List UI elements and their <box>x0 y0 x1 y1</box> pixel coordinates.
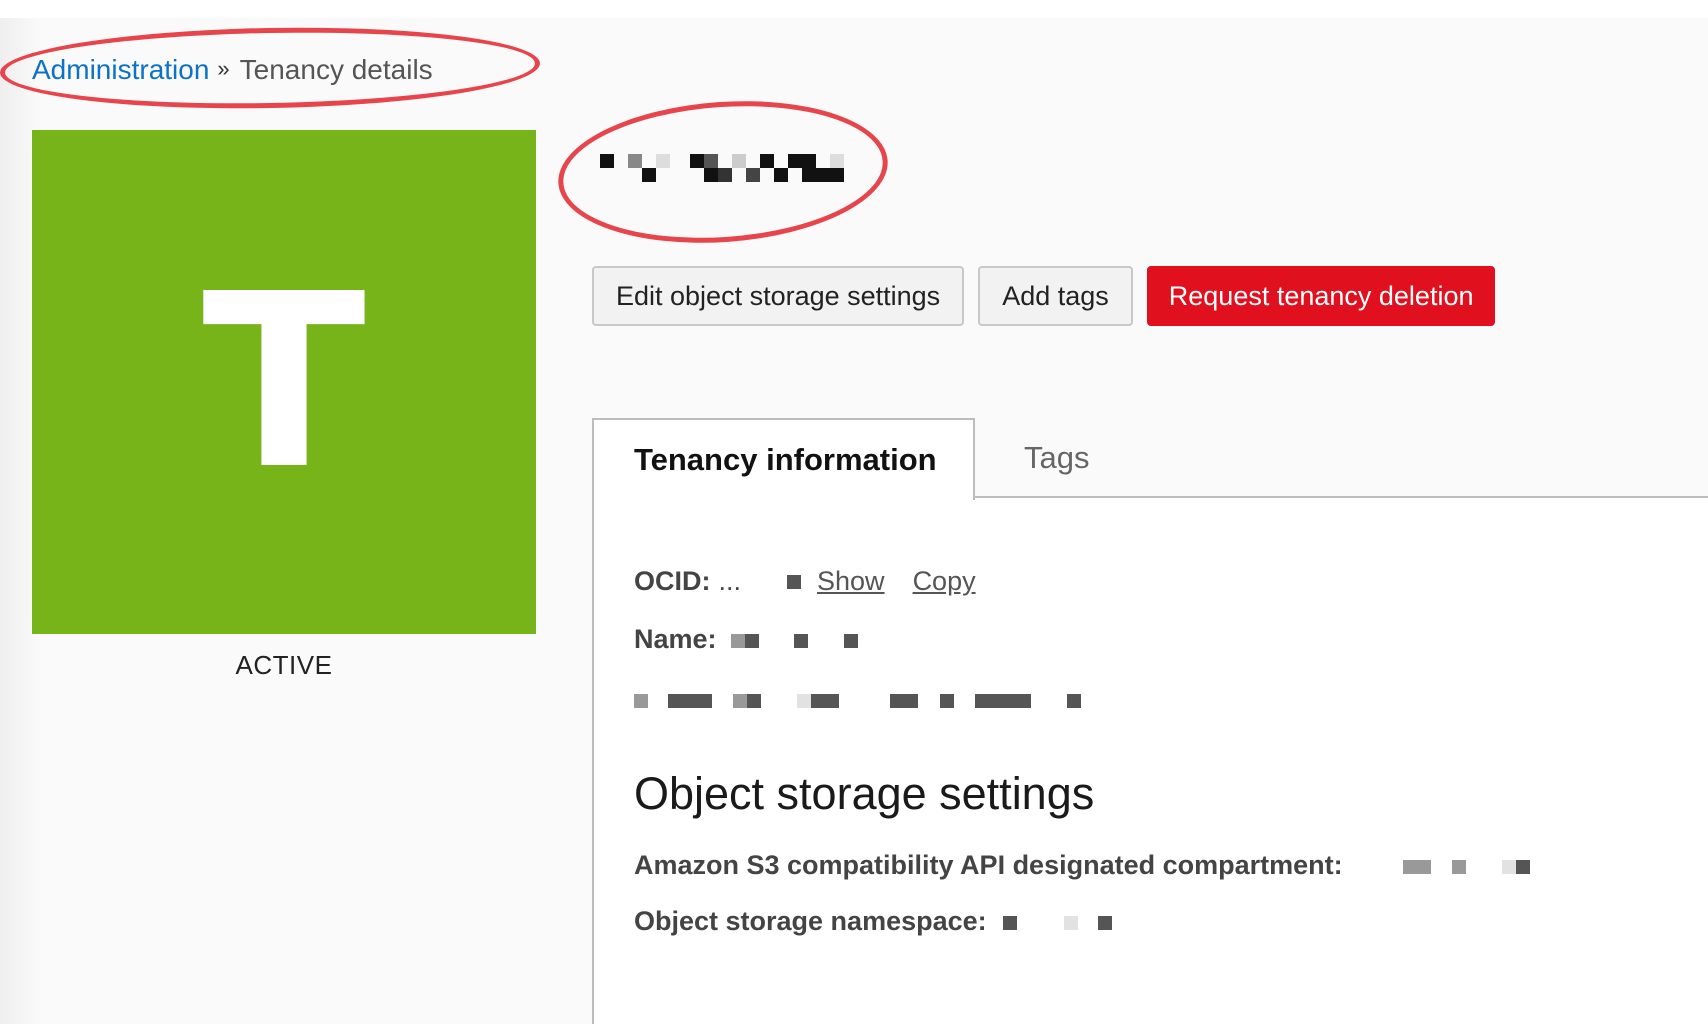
tenancy-details-page: Administration» Tenancy details T ACTIVE … <box>0 18 1708 1024</box>
tab-tags[interactable]: Tags <box>1012 418 1089 498</box>
tenancy-actions: Edit object storage settings Add tags Re… <box>592 266 1496 326</box>
breadcrumb-administration-link[interactable]: Administration <box>32 54 209 85</box>
request-tenancy-deletion-button[interactable]: Request tenancy deletion <box>1146 266 1496 326</box>
edit-object-storage-settings-button[interactable]: Edit object storage settings <box>592 266 965 326</box>
s3-compartment-value-redacted <box>1402 850 1530 881</box>
tenancy-avatar-letter: T <box>202 242 366 522</box>
tenancy-status: ACTIVE <box>235 650 333 680</box>
namespace-row: Object storage namespace: <box>634 906 1112 937</box>
name-label: Name: <box>634 624 717 654</box>
s3-compartment-label: Amazon S3 compatibility API designated c… <box>634 850 1343 880</box>
object-storage-heading: Object storage settings <box>634 768 1095 819</box>
tab-tenancy-information[interactable]: Tenancy information <box>592 418 975 500</box>
breadcrumb: Administration » Tenancy details <box>32 52 433 90</box>
redacted-info-value <box>634 684 1081 715</box>
breadcrumb-separator: » <box>217 56 230 81</box>
add-tags-button[interactable]: Add tags <box>978 266 1133 326</box>
name-value-redacted <box>730 624 858 655</box>
namespace-value-redacted <box>1002 906 1112 937</box>
s3-compartment-row: Amazon S3 compatibility API designated c… <box>634 850 1530 881</box>
name-row: Name: <box>634 624 858 655</box>
tenancy-information-panel: OCID: ... Show Copy Name: Object storage… <box>592 498 1708 1024</box>
ocid-label: OCID: <box>634 566 711 596</box>
redacted-info-row <box>634 684 1081 715</box>
ocid-row: OCID: ... Show Copy <box>634 566 976 597</box>
ocid-redacted <box>787 574 802 589</box>
ocid-value: ... <box>718 566 742 596</box>
namespace-label: Object storage namespace: <box>634 906 987 936</box>
tenancy-title-redacted <box>600 154 856 186</box>
ocid-show-link[interactable]: Show <box>817 566 885 597</box>
ocid-copy-link[interactable]: Copy <box>913 566 976 597</box>
breadcrumb-current-page: Tenancy details <box>239 54 433 85</box>
tab-bar: Tenancy information Tags <box>592 418 1708 500</box>
tenancy-avatar: T <box>32 130 536 634</box>
